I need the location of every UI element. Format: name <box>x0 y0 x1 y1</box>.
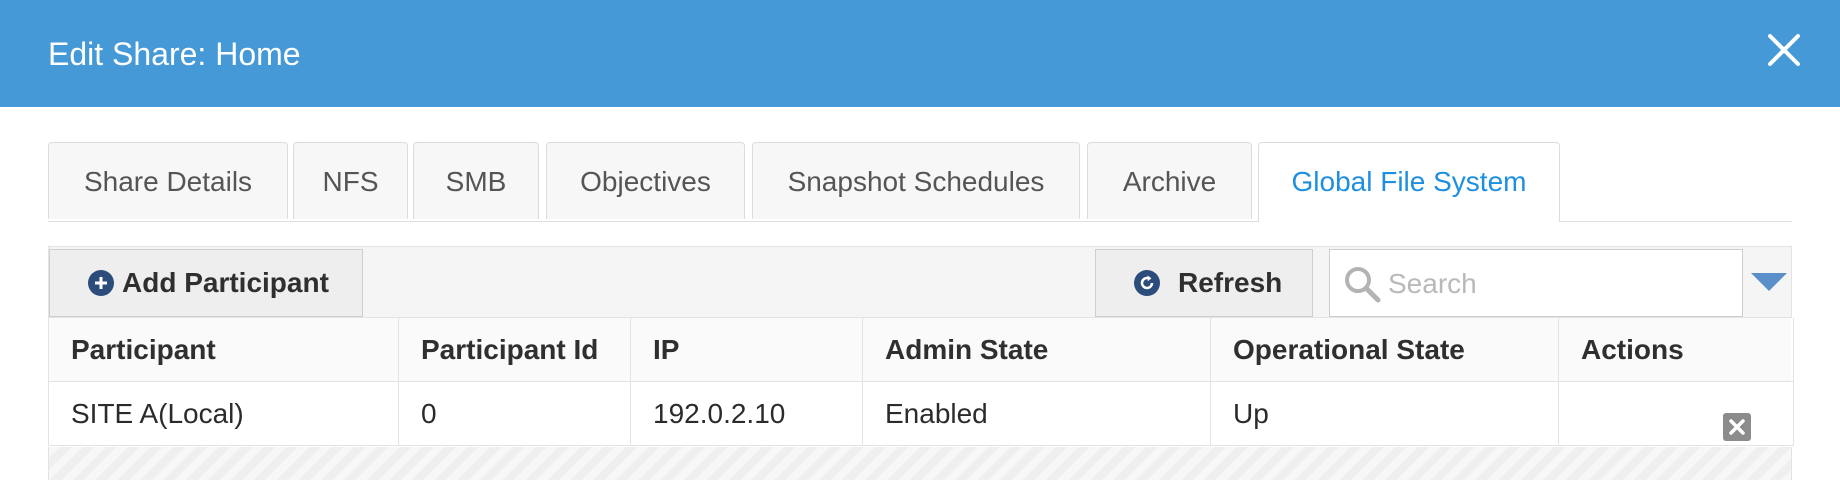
table-header-row: Participant Participant Id IP Admin Stat… <box>49 318 1793 382</box>
search-box <box>1329 249 1743 317</box>
tab-nfs[interactable]: NFS <box>293 142 408 219</box>
cell-operational-state: Up <box>1211 382 1559 445</box>
column-header-participant-id[interactable]: Participant Id <box>399 318 631 381</box>
tab-share-details[interactable]: Share Details <box>48 142 288 219</box>
dialog-title: Edit Share: Home <box>48 36 301 72</box>
cell-admin-state: Enabled <box>863 382 1211 445</box>
table-toolbar: Add Participant Refresh <box>48 246 1792 318</box>
table-row[interactable]: SITE A(Local) 0 192.0.2.10 Enabled Up <box>49 382 1793 446</box>
add-participant-button[interactable]: Add Participant <box>49 249 363 317</box>
tab-bar: Share Details NFS SMB Objectives Snapsho… <box>48 142 1792 222</box>
tab-objectives[interactable]: Objectives <box>546 142 745 219</box>
add-participant-label: Add Participant <box>122 267 329 298</box>
cell-ip: 192.0.2.10 <box>631 382 863 445</box>
table-empty-area <box>48 447 1792 480</box>
column-header-operational-state[interactable]: Operational State <box>1211 318 1559 381</box>
refresh-label: Refresh <box>1178 267 1283 298</box>
search-icon <box>1345 267 1381 303</box>
column-header-participant[interactable]: Participant <box>49 318 399 381</box>
delete-icon <box>1723 413 1751 441</box>
tab-global-file-system[interactable]: Global File System <box>1258 142 1560 222</box>
cell-actions <box>1559 382 1791 445</box>
plus-circle-icon <box>88 270 114 296</box>
search-input[interactable] <box>1386 260 1730 308</box>
close-icon <box>1768 34 1800 66</box>
tab-snapshot-schedules[interactable]: Snapshot Schedules <box>752 142 1080 219</box>
dialog-header: Edit Share: Home <box>0 0 1840 107</box>
column-header-admin-state[interactable]: Admin State <box>863 318 1211 381</box>
chevron-down-icon <box>1751 273 1787 291</box>
filter-dropdown-button[interactable] <box>1749 267 1789 299</box>
delete-participant-button[interactable] <box>1723 400 1751 441</box>
column-header-ip[interactable]: IP <box>631 318 863 381</box>
tab-smb[interactable]: SMB <box>413 142 539 219</box>
tab-archive[interactable]: Archive <box>1087 142 1252 219</box>
cell-participant: SITE A(Local) <box>49 382 399 445</box>
participants-table: Participant Participant Id IP Admin Stat… <box>48 318 1794 446</box>
cell-participant-id: 0 <box>399 382 631 445</box>
close-button[interactable] <box>1764 30 1804 70</box>
refresh-icon <box>1134 270 1160 296</box>
column-header-actions: Actions <box>1559 318 1791 381</box>
refresh-button[interactable]: Refresh <box>1095 249 1313 317</box>
